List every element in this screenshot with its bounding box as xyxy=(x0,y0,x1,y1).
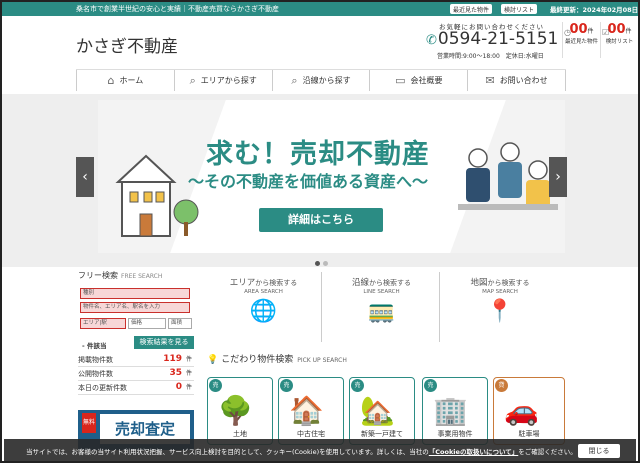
train-icon: 🚃 xyxy=(367,299,396,324)
clock-icon: ◷ xyxy=(564,28,571,37)
cookie-close-button[interactable]: 閉じる xyxy=(578,444,620,458)
pickup-search-title: 💡 こだわり物件検索 PICK UP SEARCH xyxy=(207,355,347,365)
saved-list-button[interactable]: 検討リスト xyxy=(501,4,538,14)
car-icon: 🚗 xyxy=(504,394,539,427)
slider-prev-arrow[interactable]: ‹ xyxy=(76,157,94,197)
nav-area-search[interactable]: ⌕ エリアから探す xyxy=(173,70,272,91)
top-bar: 桑名市で創業半世紀の安心と実績｜不動産売買ならかさぎ不動産 最近見た物件 検討リ… xyxy=(2,2,638,16)
hero-slide[interactable]: 求む！売却不動産 ～その不動産を価値ある資産へ～ 詳細はこちら xyxy=(98,100,565,253)
stat-listed: 掲載物件数 119 件 xyxy=(78,353,194,367)
house-illustration xyxy=(115,154,199,237)
nav-company[interactable]: ▭ 会社概要 xyxy=(369,70,467,91)
site-logo[interactable]: かさぎ不動産 xyxy=(76,32,178,57)
lightbulb-icon: 💡 xyxy=(207,355,219,365)
size-select[interactable]: 面積 xyxy=(168,318,192,329)
nav-contact[interactable]: ✉ お問い合わせ xyxy=(467,70,566,91)
area-station-select[interactable]: エリア|駅 xyxy=(80,318,126,329)
saved-counter[interactable]: ☑ 00件 検討リスト xyxy=(600,22,638,58)
type-select[interactable]: 種別 xyxy=(80,288,190,299)
building-icon: 🏢 xyxy=(433,394,468,427)
recent-counter[interactable]: ◷ 00件 最近見た物件 xyxy=(562,22,600,58)
cookie-banner: 当サイトでは、お客様の当サイト利用状況把握、サービス向上検討を目的として、クッキ… xyxy=(4,439,636,461)
checklist-icon: ☑ xyxy=(602,28,610,37)
tagline: 桑名市で創業半世紀の安心と実績｜不動産売買ならかさぎ不動産 xyxy=(76,5,279,13)
search-icon: ⌕ xyxy=(291,73,298,87)
line-search-box[interactable]: 沿線から検索する LINE SEARCH 🚃 xyxy=(324,272,440,342)
pickup-card-land[interactable]: 売 🌳 土地 xyxy=(207,377,273,445)
last-updated: 最終更新：2024年02月08日 xyxy=(550,6,639,14)
cookie-policy-link[interactable]: 「Cookieの取扱いについて」 xyxy=(429,448,518,456)
keyword-input[interactable]: 物件名、エリア名、駅名を入力 xyxy=(80,302,190,313)
result-count: - 件該当 xyxy=(82,342,107,350)
slider-dots xyxy=(315,258,331,269)
slider-next-arrow[interactable]: › xyxy=(549,157,567,197)
cookie-message: 当サイトでは、お客様の当サイト利用状況把握、サービス向上検討を目的として、クッキ… xyxy=(26,448,577,456)
nav-line-search[interactable]: ⌕ 沿線から探す xyxy=(271,70,370,91)
area-search-box[interactable]: エリアから検索する AREA SEARCH 🌐 xyxy=(206,272,322,342)
slider-dot-1[interactable] xyxy=(315,261,320,266)
phone-icon: ✆ xyxy=(426,33,437,48)
house-icon: 🏠 xyxy=(289,394,324,427)
book-icon: ▭ xyxy=(395,74,406,87)
free-search-title: フリー検索 FREE SEARCH xyxy=(78,271,163,280)
home-icon: ⌂ xyxy=(107,74,115,87)
globe-icon: 🌐 xyxy=(249,299,278,324)
nav-home[interactable]: ⌂ ホーム xyxy=(76,70,174,91)
new-house-icon: 🏡 xyxy=(360,394,395,427)
tree-icon: 🌳 xyxy=(218,394,253,427)
stat-public: 公開物件数 35 件 xyxy=(78,367,194,381)
hero-subtitle: ～その不動産を価値ある資産へ～ xyxy=(188,172,429,191)
pickup-card-business[interactable]: 売 🏢 事業用物件 xyxy=(422,377,488,445)
search-icon: ⌕ xyxy=(189,73,196,87)
pickup-card-used-house[interactable]: 売 🏠 中古住宅 xyxy=(278,377,344,445)
recent-viewed-button[interactable]: 最近見た物件 xyxy=(450,4,493,14)
hero-details-button[interactable]: 詳細はこちら xyxy=(259,208,383,232)
search-submit-button[interactable]: 検索結果を見る xyxy=(134,336,194,349)
slider-dot-2[interactable] xyxy=(323,261,328,266)
pickup-card-new-house[interactable]: 売 🏡 新築一戸建て xyxy=(349,377,415,445)
page-frame: 桑名市で創業半世紀の安心と実績｜不動産売買ならかさぎ不動産 最近見た物件 検討リ… xyxy=(0,0,640,463)
people-illustration xyxy=(458,142,558,210)
mail-icon: ✉ xyxy=(485,74,495,87)
free-badge: 無料 xyxy=(82,413,96,433)
map-pin-icon: 📍 xyxy=(486,299,514,324)
map-search-box[interactable]: 地図から検索する MAP SEARCH 📍 xyxy=(442,272,558,342)
property-stats: 掲載物件数 119 件 公開物件数 35 件 本日の更新件数 0 件 xyxy=(78,353,194,395)
free-search-panel: フリー検索 FREE SEARCH 種別 物件名、エリア名、駅名を入力 エリア|駅… xyxy=(78,270,194,350)
phone-number[interactable]: ✆0594-21-5151 xyxy=(426,29,558,49)
stat-updated-today: 本日の更新件数 0 件 xyxy=(78,381,194,395)
price-select[interactable]: 価格 xyxy=(128,318,166,329)
main-nav: ⌂ ホーム ⌕ エリアから探す ⌕ 沿線から探す ▭ 会社概要 ✉ お問い合わせ xyxy=(76,69,566,91)
site-header: かさぎ不動産 お気軽にお問い合わせください ✆0594-21-5151 営業時間… xyxy=(2,16,638,68)
business-hours: 営業時間:9:00～18:00 定休日:水曜日 xyxy=(437,53,544,60)
hero-title: 求む！売却不動産 xyxy=(206,139,430,170)
pickup-card-parking[interactable]: 貸 🚗 駐車場 xyxy=(493,377,565,445)
